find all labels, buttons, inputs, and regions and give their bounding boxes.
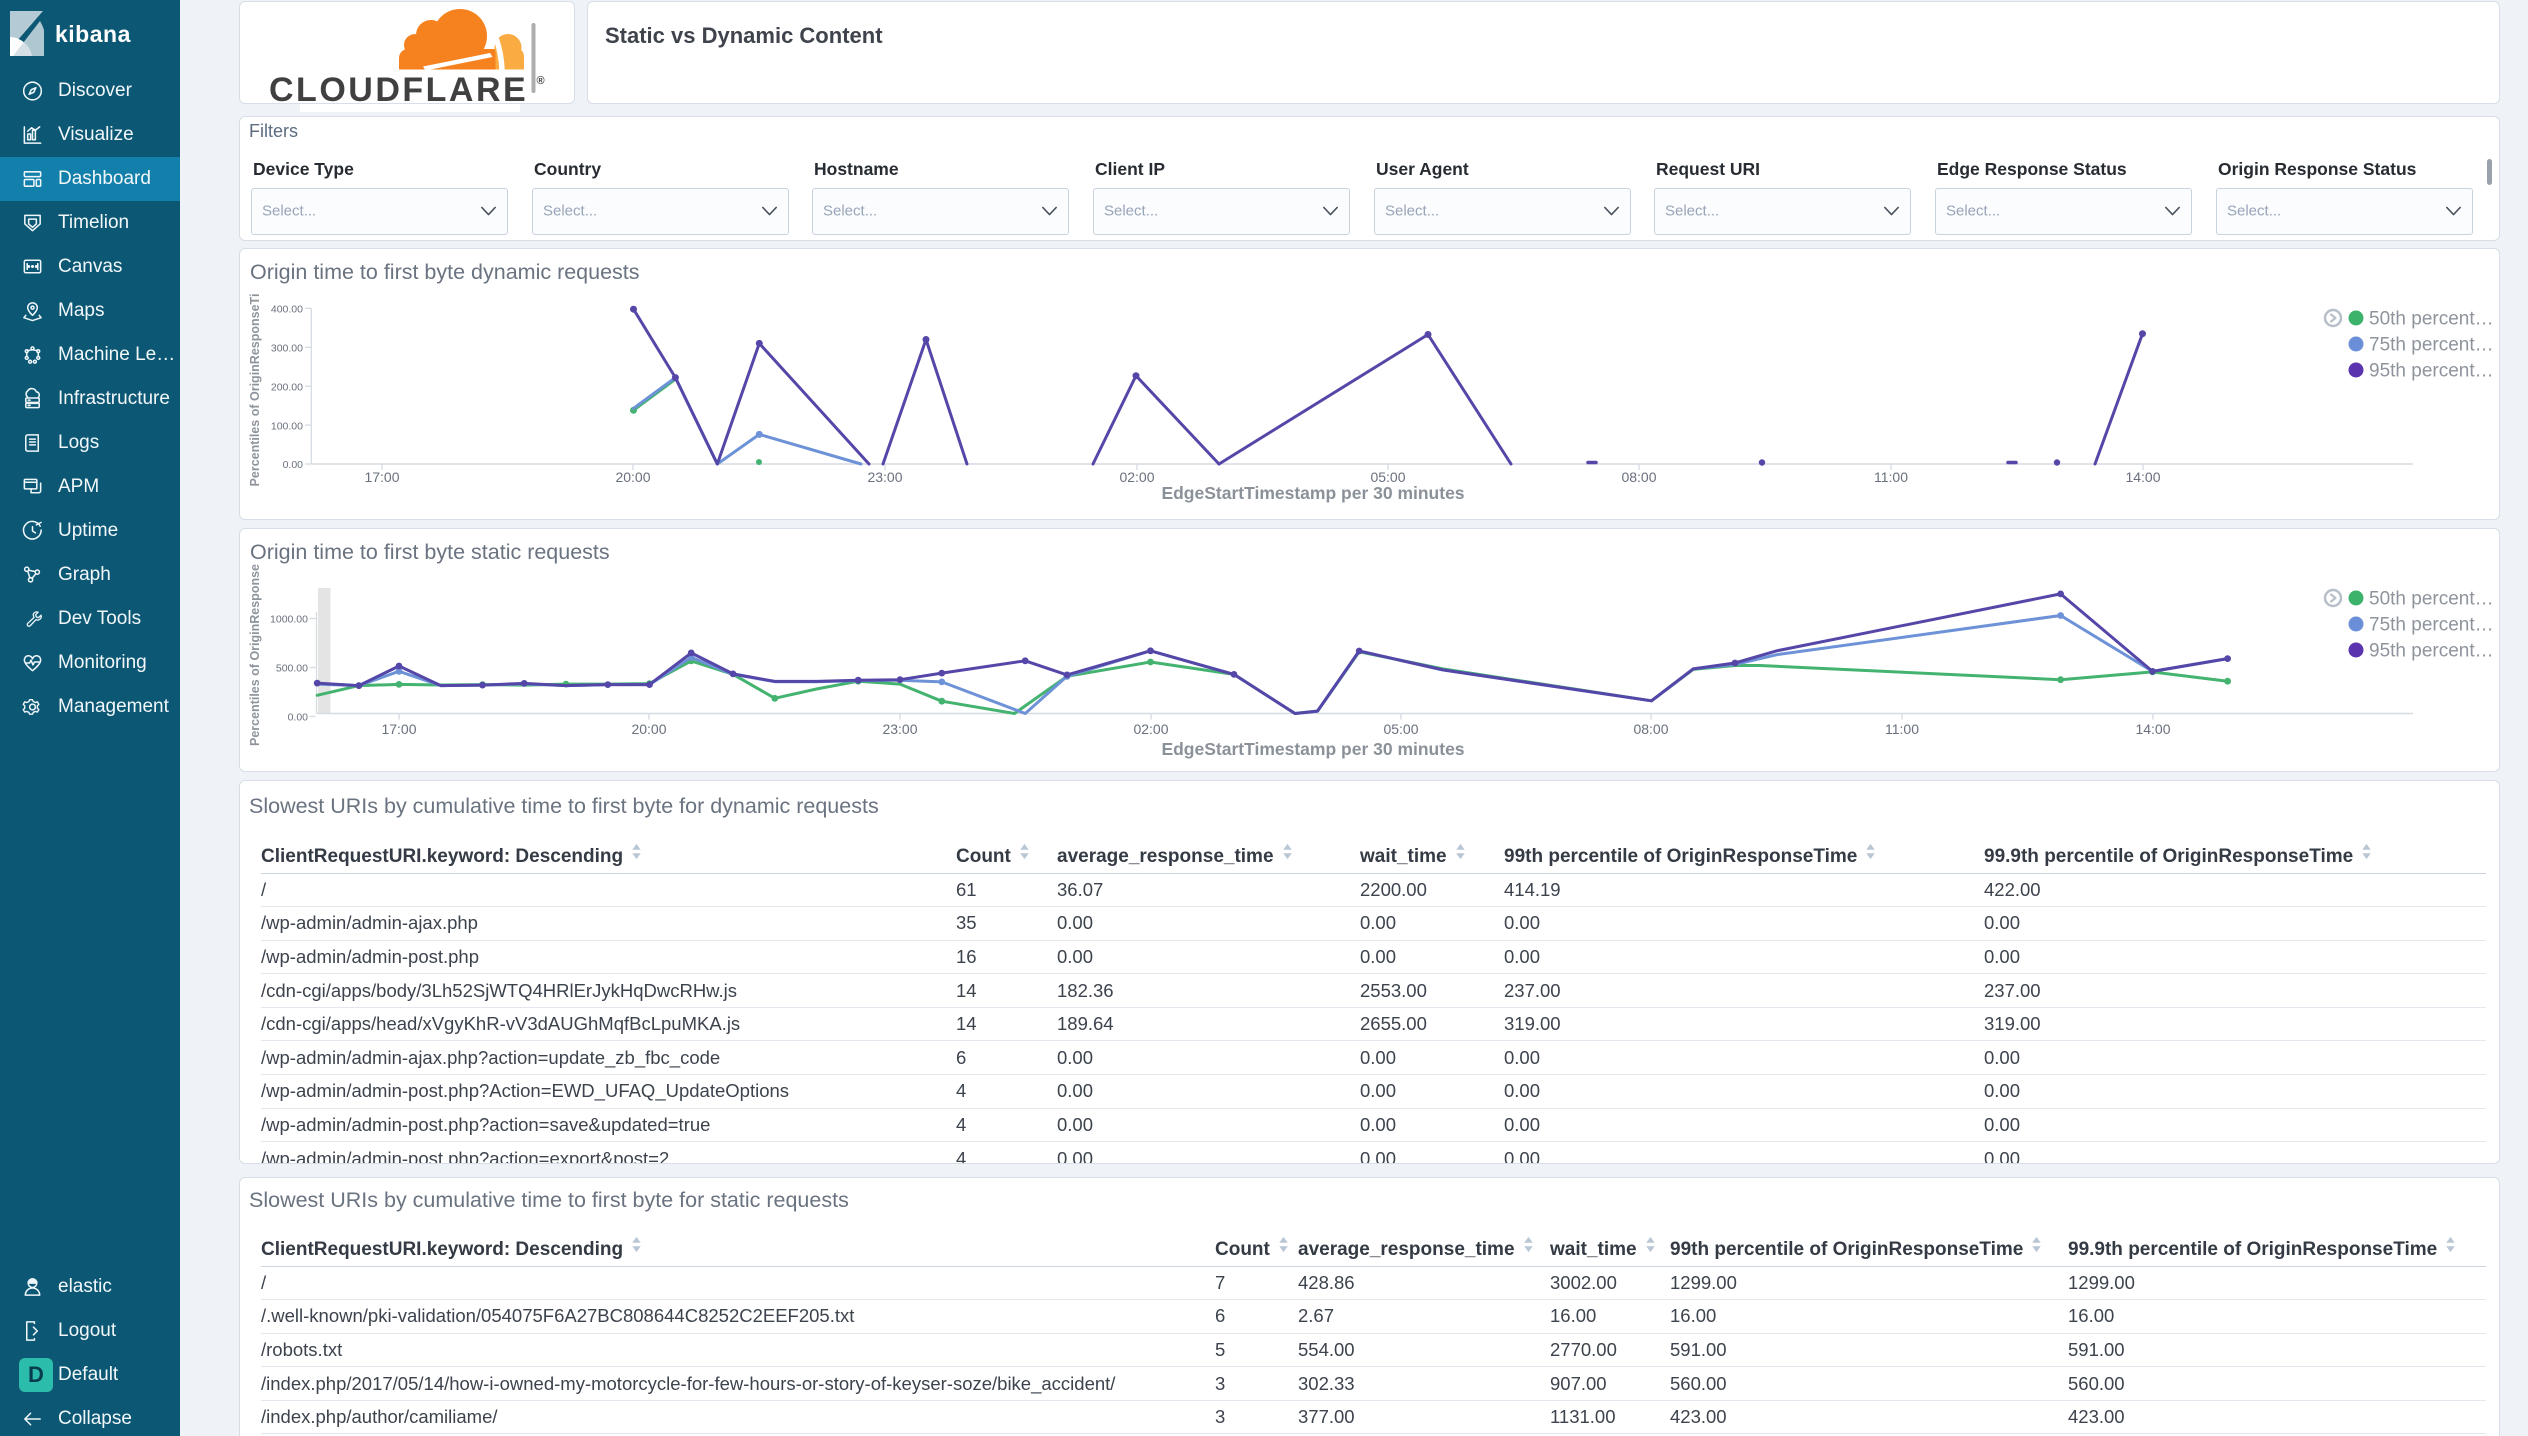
svg-text:Percentiles of OriginResponseT: Percentiles of OriginResponseTi [248,294,262,487]
svg-text:23:00: 23:00 [882,721,917,737]
svg-text:Origin time to first byte stat: Origin time to first byte static request… [250,540,610,564]
svg-text:EdgeStartTimestamp per 30 minu: EdgeStartTimestamp per 30 minutes [1161,483,1464,503]
svg-text:02:00: 02:00 [1119,469,1154,485]
svg-text:500.00: 500.00 [276,663,308,675]
svg-text:CLOUDFLARE: CLOUDFLARE [269,71,528,103]
svg-text:75th percent…: 75th percent… [2369,615,2494,636]
svg-text:02:00: 02:00 [1133,721,1168,737]
svg-text:®: ® [537,75,545,87]
svg-text:Percentiles of OriginResponse: Percentiles of OriginResponse [248,564,262,746]
svg-text:0.00: 0.00 [288,712,309,724]
svg-text:20:00: 20:00 [631,721,666,737]
svg-text:20:00: 20:00 [615,469,650,485]
svg-text:08:00: 08:00 [1633,721,1668,737]
svg-text:95th percent…: 95th percent… [2369,361,2494,382]
svg-text:11:00: 11:00 [1885,721,1919,737]
svg-text:17:00: 17:00 [381,721,416,737]
svg-text:08:00: 08:00 [1621,469,1656,485]
svg-text:50th percent…: 50th percent… [2369,309,2494,330]
svg-text:17:00: 17:00 [364,469,399,485]
svg-text:0.00: 0.00 [283,459,304,471]
svg-text:1000.00: 1000.00 [270,614,308,626]
svg-text:23:00: 23:00 [867,469,902,485]
svg-text:100.00: 100.00 [271,420,303,432]
svg-text:14:00: 14:00 [2135,721,2170,737]
svg-text:14:00: 14:00 [2125,469,2160,485]
svg-text:200.00: 200.00 [271,381,303,393]
svg-text:400.00: 400.00 [271,304,303,316]
svg-text:11:00: 11:00 [1874,469,1908,485]
svg-text:50th percent…: 50th percent… [2369,589,2494,610]
svg-text:95th percent…: 95th percent… [2369,641,2494,662]
svg-text:EdgeStartTimestamp per 30 minu: EdgeStartTimestamp per 30 minutes [1161,739,1464,759]
svg-text:05:00: 05:00 [1383,721,1418,737]
svg-text:300.00: 300.00 [271,343,303,355]
svg-text:Origin time to first byte dyna: Origin time to first byte dynamic reques… [250,260,640,284]
svg-text:75th percent…: 75th percent… [2369,335,2494,356]
